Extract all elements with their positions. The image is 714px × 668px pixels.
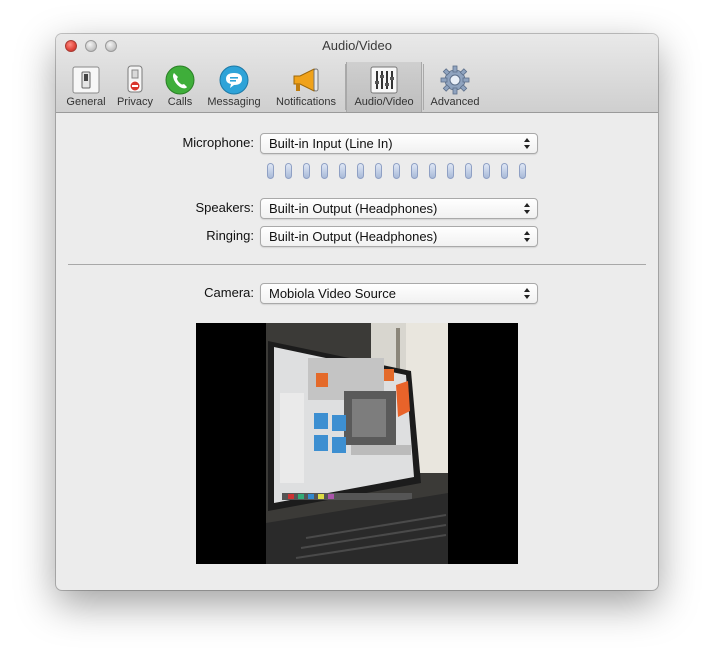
camera-label: Camera: bbox=[204, 285, 254, 300]
tab-audio-video[interactable]: Audio/Video bbox=[346, 62, 422, 112]
level-meter-segment bbox=[321, 163, 328, 179]
preferences-window: Audio/Video General Privacy Calls Messag… bbox=[56, 34, 658, 590]
mixer-sliders-icon bbox=[370, 66, 398, 94]
popup-arrows-icon bbox=[524, 203, 530, 214]
level-meter-segment bbox=[483, 163, 490, 179]
level-meter-segment bbox=[501, 163, 508, 179]
toolbar: Audio/Video General Privacy Calls Messag… bbox=[56, 34, 658, 113]
microphone-value: Built-in Input (Line In) bbox=[269, 136, 393, 151]
level-meter-segment bbox=[393, 163, 400, 179]
gear-icon bbox=[440, 65, 470, 95]
tab-notifications[interactable]: Notifications bbox=[268, 62, 344, 112]
section-divider bbox=[68, 264, 646, 265]
ringing-label: Ringing: bbox=[206, 228, 254, 243]
popup-arrows-icon bbox=[524, 231, 530, 242]
speakers-value: Built-in Output (Headphones) bbox=[269, 201, 438, 216]
level-meter-segment bbox=[303, 163, 310, 179]
ringing-value: Built-in Output (Headphones) bbox=[269, 229, 438, 244]
microphone-popup[interactable]: Built-in Input (Line In) bbox=[260, 133, 538, 154]
level-meter-segment bbox=[519, 163, 526, 179]
camera-popup[interactable]: Mobiola Video Source bbox=[260, 283, 538, 304]
popup-arrows-icon bbox=[524, 288, 530, 299]
megaphone-icon bbox=[293, 68, 319, 92]
level-meter-segment bbox=[339, 163, 346, 179]
level-meter-segment bbox=[357, 163, 364, 179]
input-level-meter bbox=[267, 163, 535, 179]
popup-arrows-icon bbox=[524, 138, 530, 149]
tab-messaging[interactable]: Messaging bbox=[202, 62, 266, 112]
tab-privacy-label: Privacy bbox=[116, 96, 154, 108]
chat-bubble-icon bbox=[219, 65, 249, 95]
tab-privacy[interactable]: Privacy bbox=[112, 62, 158, 112]
speakers-label: Speakers: bbox=[195, 200, 254, 215]
level-meter-segment bbox=[447, 163, 454, 179]
tab-calls[interactable]: Calls bbox=[158, 62, 202, 112]
camera-preview-image bbox=[196, 323, 518, 564]
tab-advanced[interactable]: Advanced bbox=[424, 62, 486, 112]
tab-audio-video-label: Audio/Video bbox=[354, 96, 414, 108]
tab-notifications-label: Notifications bbox=[276, 96, 336, 108]
level-meter-segment bbox=[411, 163, 418, 179]
level-meter-segment bbox=[285, 163, 292, 179]
ringing-popup[interactable]: Built-in Output (Headphones) bbox=[260, 226, 538, 247]
camera-preview bbox=[196, 323, 518, 564]
level-meter-segment bbox=[267, 163, 274, 179]
tab-general-label: General bbox=[66, 96, 106, 108]
privacy-icon bbox=[127, 65, 143, 93]
tab-calls-label: Calls bbox=[167, 96, 193, 108]
general-switch-icon bbox=[72, 66, 100, 94]
camera-value: Mobiola Video Source bbox=[269, 286, 396, 301]
tab-messaging-label: Messaging bbox=[207, 96, 261, 108]
phone-icon bbox=[165, 65, 195, 95]
speakers-popup[interactable]: Built-in Output (Headphones) bbox=[260, 198, 538, 219]
tab-advanced-label: Advanced bbox=[430, 96, 480, 108]
microphone-label: Microphone: bbox=[182, 135, 254, 150]
level-meter-segment bbox=[375, 163, 382, 179]
tab-general[interactable]: General bbox=[60, 62, 112, 112]
level-meter-segment bbox=[465, 163, 472, 179]
level-meter-segment bbox=[429, 163, 436, 179]
window-title: Audio/Video bbox=[322, 38, 392, 53]
